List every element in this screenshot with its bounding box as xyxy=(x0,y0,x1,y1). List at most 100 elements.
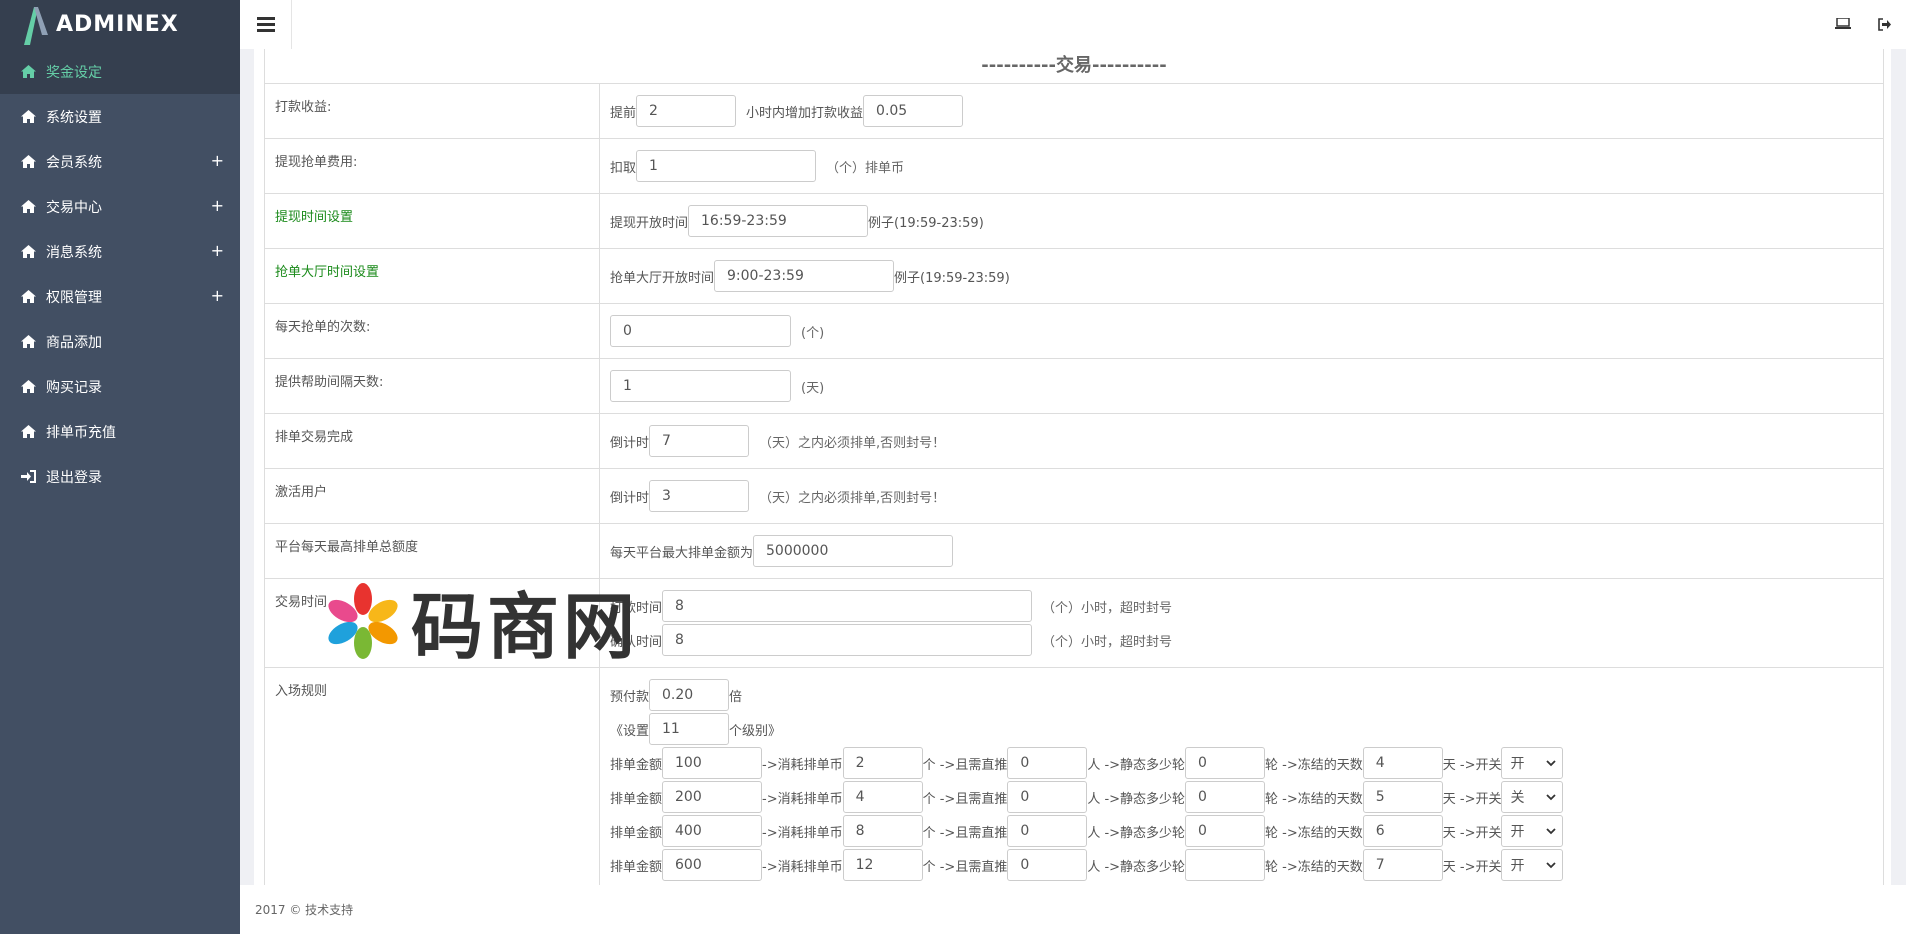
section-title: ----------交易---------- xyxy=(264,49,1884,83)
payout-prefix: 提前 xyxy=(610,105,637,121)
freeze-days-input[interactable] xyxy=(1362,781,1443,813)
direct-label: 个 ->且需直推 xyxy=(922,791,1008,807)
home-icon xyxy=(20,289,36,305)
daily-grabs-input[interactable] xyxy=(610,315,791,347)
home-icon xyxy=(20,199,36,215)
freeze-days-label: 轮 ->冻结的天数 xyxy=(1265,825,1363,841)
amount-label: 排单金额 xyxy=(610,825,663,841)
freeze-days-input[interactable] xyxy=(1362,747,1443,779)
sidebar-item-label: 权限管理 xyxy=(46,289,102,306)
rounds-input[interactable] xyxy=(1185,781,1266,813)
coin-input[interactable] xyxy=(842,747,923,779)
coin-input[interactable] xyxy=(842,815,923,847)
switch-label: 天 ->开关 xyxy=(1442,791,1502,807)
sidebar-item-purchases[interactable]: 购买记录 xyxy=(0,364,240,409)
form-row: 激活用户 倒计时 （天）之内必须排单,否则封号！ xyxy=(264,468,1884,524)
coin-input[interactable] xyxy=(842,781,923,813)
row-label: 提现时间设置 xyxy=(264,193,600,249)
top-bar xyxy=(240,0,1906,50)
menu-toggle-button[interactable] xyxy=(240,0,292,49)
rounds-input[interactable] xyxy=(1185,849,1266,881)
amount-input[interactable] xyxy=(662,815,763,847)
withdraw-fee-input[interactable] xyxy=(636,150,817,182)
switch-select[interactable]: 关 xyxy=(1501,781,1564,813)
sidebar-item-trade[interactable]: 交易中心 + xyxy=(0,184,240,229)
rounds-input[interactable] xyxy=(1185,815,1266,847)
sidebar-item-permissions[interactable]: 权限管理 + xyxy=(0,274,240,319)
amount-input[interactable] xyxy=(662,849,763,881)
payout-hours-input[interactable] xyxy=(636,95,737,127)
withdraw-time-input[interactable] xyxy=(688,205,869,237)
direct-input[interactable] xyxy=(1007,747,1088,779)
freeze-days-input[interactable] xyxy=(1362,815,1443,847)
chevron-down-icon xyxy=(1546,759,1557,766)
confirm-time-input[interactable] xyxy=(662,624,1033,656)
row-label: 入场规则 xyxy=(264,667,600,885)
pay-time-input[interactable] xyxy=(662,590,1033,622)
help-interval-input[interactable] xyxy=(610,370,791,402)
switch-value: 开 xyxy=(1510,824,1525,840)
levels-prefix: 《设置 xyxy=(610,723,650,739)
switch-select[interactable]: 开 xyxy=(1501,815,1564,847)
coin-label: ->消耗排单币 xyxy=(762,757,843,773)
switch-label: 天 ->开关 xyxy=(1442,825,1502,841)
row-label: 每天抢单的次数: xyxy=(264,303,600,359)
freeze-days-label: 轮 ->冻结的天数 xyxy=(1265,757,1363,773)
sidebar-item-label: 消息系统 xyxy=(46,244,102,261)
platform-max-input[interactable] xyxy=(753,535,954,567)
level-row: 排单金额 ->消耗排单币 个 ->且需直推 人 ->静态多少轮 轮 ->冻结的天数 天 -… xyxy=(610,780,1873,814)
footer: 2017 © 技术支持 xyxy=(240,885,1906,934)
sidebar-item-recharge[interactable]: 排单币充值 xyxy=(0,409,240,454)
logo[interactable]: ADMINEX xyxy=(0,0,240,49)
hall-time-input[interactable] xyxy=(714,260,895,292)
switch-value: 开 xyxy=(1510,858,1525,874)
activate-input[interactable] xyxy=(649,480,750,512)
home-icon xyxy=(20,424,36,440)
sign-in-icon xyxy=(20,469,36,485)
direct-input[interactable] xyxy=(1007,781,1088,813)
queue-complete-unit: （天）之内必须排单,否则封号！ xyxy=(759,435,946,451)
footer-text: 2017 © 技术支持 xyxy=(255,903,354,917)
withdraw-time-prefix: 提现开放时间 xyxy=(610,215,689,231)
levels-input[interactable] xyxy=(649,713,730,745)
sidebar-item-logout[interactable]: 退出登录 xyxy=(0,454,240,499)
rounds-input[interactable] xyxy=(1185,747,1266,779)
chevron-down-icon xyxy=(1546,793,1557,800)
home-icon xyxy=(20,334,36,350)
prepay-input[interactable] xyxy=(649,679,730,711)
daily-grabs-unit: (个) xyxy=(801,325,825,341)
level-row: 排单金额 ->消耗排单币 个 ->且需直推 人 ->静态多少轮 轮 ->冻结的天数 天 -… xyxy=(610,746,1873,780)
payout-rate-input[interactable] xyxy=(863,95,964,127)
switch-select[interactable]: 开 xyxy=(1501,747,1564,779)
sign-out-icon[interactable] xyxy=(1876,16,1894,32)
prepay-prefix: 预付款 xyxy=(610,689,650,705)
sidebar: ADMINEX 奖金设定 系统设置 会员系统 + 交易中心 + 消息系统 + 权… xyxy=(0,0,240,934)
levels-unit: 个级别》 xyxy=(729,723,782,739)
freeze-days-input[interactable] xyxy=(1362,849,1443,881)
form-row: 每天抢单的次数: (个) xyxy=(264,303,1884,359)
coin-label: ->消耗排单币 xyxy=(762,825,843,841)
switch-value: 关 xyxy=(1510,790,1525,806)
switch-select[interactable]: 开 xyxy=(1501,849,1564,881)
direct-label: 个 ->且需直推 xyxy=(922,757,1008,773)
sidebar-item-messages[interactable]: 消息系统 + xyxy=(0,229,240,274)
laptop-icon[interactable] xyxy=(1834,16,1852,32)
queue-complete-input[interactable] xyxy=(649,425,750,457)
sidebar-item-bonus[interactable]: 奖金设定 xyxy=(0,49,240,94)
sidebar-item-add-product[interactable]: 商品添加 xyxy=(0,319,240,364)
direct-input[interactable] xyxy=(1007,849,1088,881)
amount-label: 排单金额 xyxy=(610,791,663,807)
rounds-label: 人 ->静态多少轮 xyxy=(1087,757,1186,773)
amount-input[interactable] xyxy=(662,747,763,779)
direct-input[interactable] xyxy=(1007,815,1088,847)
amount-input[interactable] xyxy=(662,781,763,813)
rounds-label: 人 ->静态多少轮 xyxy=(1087,791,1186,807)
sidebar-item-members[interactable]: 会员系统 + xyxy=(0,139,240,184)
home-icon xyxy=(20,244,36,260)
sidebar-item-system[interactable]: 系统设置 xyxy=(0,94,240,139)
logo-icon xyxy=(20,5,50,45)
withdraw-fee-unit: （个）排单币 xyxy=(826,160,905,176)
direct-label: 个 ->且需直推 xyxy=(922,859,1008,875)
amount-label: 排单金额 xyxy=(610,859,663,875)
coin-input[interactable] xyxy=(842,849,923,881)
